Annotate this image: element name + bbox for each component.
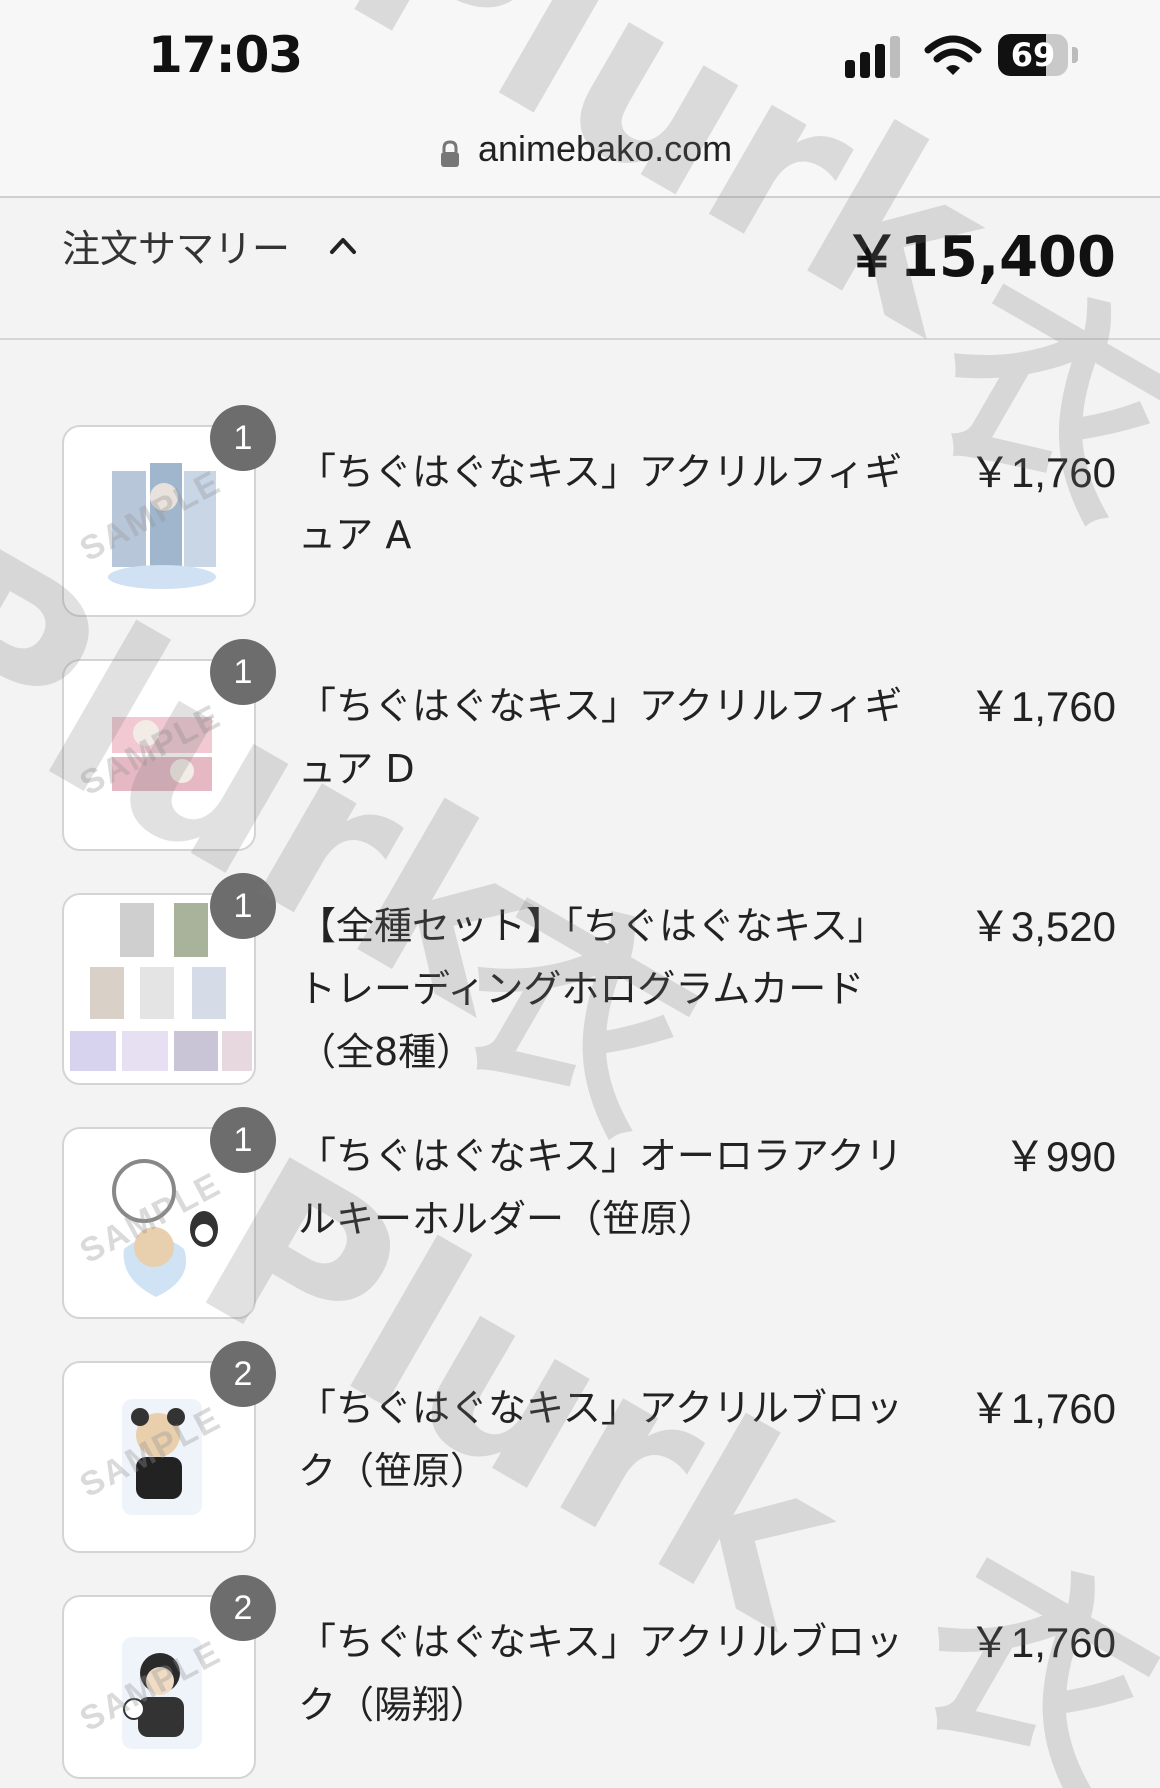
quantity-badge: 1	[210, 1107, 276, 1173]
list-item: 1 【全種セット】「ちぐはぐなキス」トレーディングホログラムカード（全8種） ￥…	[0, 873, 1160, 1085]
list-item: SAMPLE 1 「ちぐはぐなキス」アクリルフィギュア D ￥1,760	[0, 639, 1160, 851]
item-name: 「ちぐはぐなキス」アクリルフィギュア D	[298, 684, 903, 791]
cellular-signal-icon	[845, 36, 900, 78]
item-name: 「ちぐはぐなキス」アクリルブロック（陽翔）	[298, 1620, 903, 1727]
battery-level: 69	[1010, 36, 1056, 74]
list-item: SAMPLE 2 「ちぐはぐなキス」アクリルブロック（笹原） ￥1,760	[0, 1341, 1160, 1553]
list-item: SAMPLE 1 「ちぐはぐなキス」オーロラアクリルキーホルダー（笹原） ￥99…	[0, 1107, 1160, 1319]
status-bar: 17:03 69	[0, 0, 1160, 110]
quantity-badge: 1	[210, 873, 276, 939]
wifi-icon	[924, 35, 982, 75]
item-name: 【全種セット】「ちぐはぐなキス」トレーディングホログラムカード（全8種）	[298, 904, 886, 1074]
item-price: ￥1,760	[968, 449, 1116, 496]
item-price: ￥3,520	[968, 903, 1116, 950]
status-time: 17:03	[148, 26, 303, 84]
quantity-badge: 1	[210, 405, 276, 471]
address-bar[interactable]: animebako.com	[0, 110, 1160, 198]
order-total: ￥15,400	[843, 225, 1116, 290]
list-item: SAMPLE 1 「ちぐはぐなキス」アクリルフィギュア A ￥1,760	[0, 405, 1160, 617]
order-summary-toggle[interactable]: 注文サマリー ￥15,400	[0, 198, 1160, 340]
quantity-badge: 2	[210, 1341, 276, 1407]
quantity-badge: 2	[210, 1575, 276, 1641]
item-name: 「ちぐはぐなキス」アクリルブロック（笹原）	[298, 1386, 903, 1493]
battery-icon: 69	[998, 34, 1080, 78]
order-summary-label: 注文サマリー	[62, 227, 291, 271]
list-item: SAMPLE 2 「ちぐはぐなキス」アクリルブロック（陽翔） ￥1,760	[0, 1575, 1160, 1779]
quantity-badge: 1	[210, 639, 276, 705]
lock-icon	[441, 140, 459, 167]
item-name: 「ちぐはぐなキス」アクリルフィギュア A	[298, 450, 903, 557]
item-price: ￥1,760	[968, 1385, 1116, 1432]
item-name: 「ちぐはぐなキス」オーロラアクリルキーホルダー（笹原）	[298, 1134, 903, 1241]
item-price: ￥1,760	[968, 1619, 1116, 1666]
item-price: ￥1,760	[968, 683, 1116, 730]
item-price: ￥990	[1003, 1133, 1116, 1180]
url-domain: animebako.com	[478, 128, 733, 169]
chevron-up-icon	[330, 238, 356, 254]
